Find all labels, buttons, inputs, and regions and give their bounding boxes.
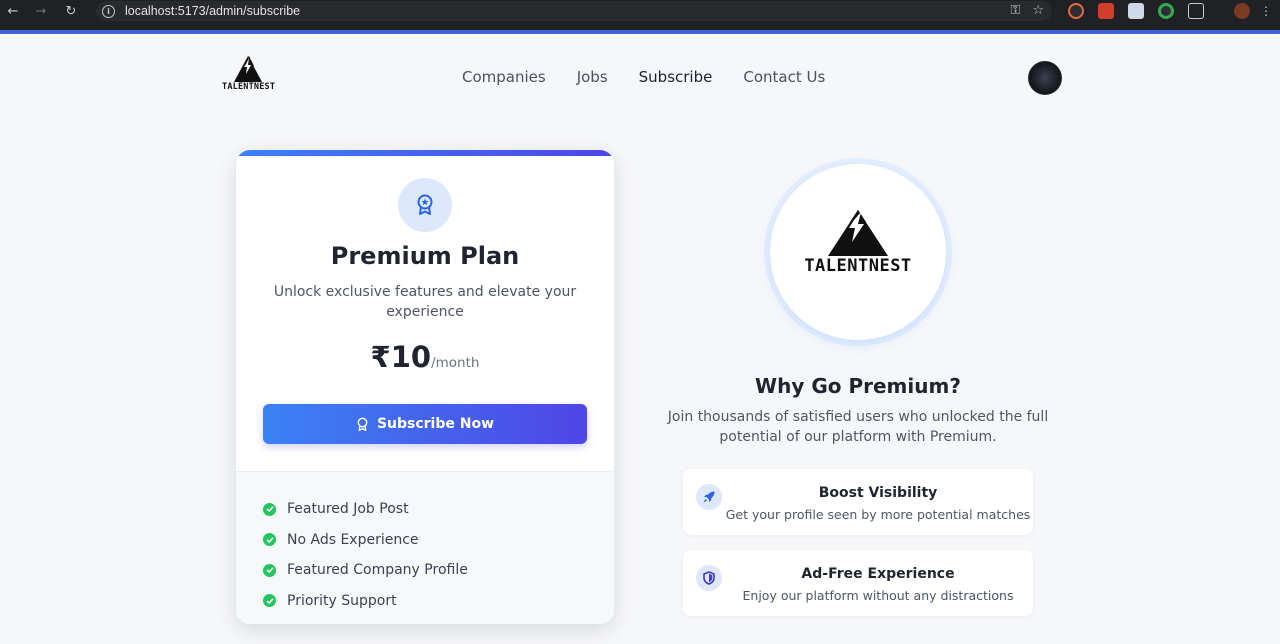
benefit-description: Get your profile seen by more potential … [725,507,1031,522]
feature-label: Featured Company Profile [287,562,468,579]
bookmark-star-icon[interactable]: ☆ [1032,3,1044,18]
benefit-title: Boost Visibility [818,485,938,501]
feature-item: No Ads Experience [263,525,614,556]
subscribe-now-button[interactable]: Subscribe Now [263,404,587,444]
address-url[interactable]: localhost:5173/admin/subscribe [125,4,300,18]
check-circle-icon [263,502,276,516]
check-circle-icon [263,563,276,577]
why-premium-description: Join thousands of satisfied users who un… [667,409,1049,445]
feature-item: Priority Support [263,586,614,617]
nav-subscribe[interactable]: Subscribe [639,68,713,86]
benefit-description: Enjoy our platform without any distracti… [742,588,1014,603]
feature-list: Featured Job Post No Ads Experience Feat… [236,471,614,624]
address-bar[interactable]: i localhost:5173/admin/subscribe ⚿ ☆ [96,1,1052,21]
brand-logo-large: TALENTNEST [770,164,946,340]
shield-icon [696,565,722,591]
back-icon[interactable]: ← [2,0,24,22]
check-circle-icon [263,533,276,547]
main-nav: Companies Jobs Subscribe Contact Us [462,68,825,86]
brand-logo[interactable]: TALENTNEST [222,52,276,94]
price-period: /month [431,355,480,371]
rocket-icon [696,484,722,510]
brand-name: TALENTNEST [222,82,276,92]
feature-item: Featured Company Profile [263,555,614,586]
check-circle-icon [263,594,276,608]
menu-kebab-icon[interactable]: ⋮ [1260,3,1272,19]
brand-name-large: TALENTNEST [804,256,912,276]
benefit-title: Ad-Free Experience [801,566,955,582]
feature-label: Priority Support [287,592,397,609]
password-key-icon[interactable]: ⚿ [1010,3,1020,18]
benefit-card: Boost Visibility Get your profile seen b… [683,469,1033,535]
price-amount: ₹10 [370,340,432,374]
profile-avatar-icon[interactable] [1234,3,1250,19]
reload-icon[interactable]: ↻ [60,0,82,22]
extension-icon[interactable] [1068,3,1084,19]
forward-icon[interactable]: → [30,0,52,22]
award-icon [398,178,452,232]
plan-title: Premium Plan [330,242,520,270]
subscribe-now-label: Subscribe Now [376,416,495,432]
extension-icon[interactable] [1128,3,1144,19]
feature-label: Featured Job Post [287,501,409,518]
extensions-puzzle-icon[interactable] [1188,3,1204,19]
accent-bar [0,30,1280,34]
extension-icon[interactable] [1098,3,1114,19]
mountain-icon [234,56,262,82]
browser-strip [0,22,1280,30]
why-premium-heading: Why Go Premium? [755,374,961,398]
user-avatar[interactable] [1028,61,1062,95]
card-accent-bar [236,150,614,156]
site-info-icon[interactable]: i [102,4,115,18]
feature-label: No Ads Experience [287,531,419,548]
extension-icon[interactable] [1158,3,1174,19]
mountain-icon [828,210,888,256]
premium-plan-card: Premium Plan Unlock exclusive features a… [236,150,614,624]
nav-jobs[interactable]: Jobs [577,68,608,86]
benefit-card: Ad-Free Experience Enjoy our platform wi… [683,550,1033,616]
nav-contact-us[interactable]: Contact Us [743,68,825,86]
nav-companies[interactable]: Companies [462,68,546,86]
plan-price: ₹10/month [236,340,614,374]
plan-description: Unlock exclusive features and elevate yo… [273,284,577,320]
feature-item: Featured Job Post [263,494,614,525]
award-icon [357,417,368,431]
